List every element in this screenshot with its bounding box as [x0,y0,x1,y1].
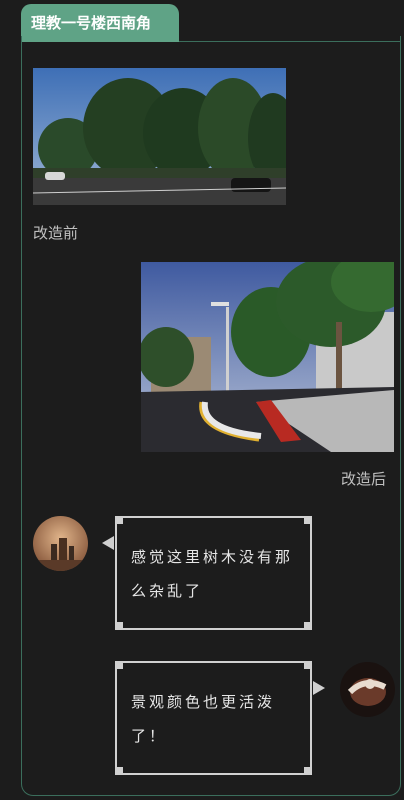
avatar-left[interactable] [33,516,88,571]
after-photo-image [141,262,394,452]
after-caption: 改造后 [341,470,387,488]
avatar-right[interactable] [340,662,395,717]
before-photo-image [33,68,286,205]
chat-bubble-right: 景观颜色也更活泼了！ [115,661,312,775]
before-photo[interactable] [33,68,286,205]
bubble-corner [304,516,312,524]
bubble-pointer-right [313,681,325,695]
bubble-corner [304,767,312,775]
message-text-left: 感觉这里树木没有那么杂乱了 [131,548,294,600]
bubble-corner [304,622,312,630]
message-text-right: 景观颜色也更活泼了！ [131,693,276,745]
bubble-corner [115,661,123,669]
bubble-corner [304,661,312,669]
section-title: 理教一号楼西南角 [31,14,152,32]
before-caption: 改造前 [33,224,79,242]
avatar-right-image [340,662,395,717]
after-photo[interactable] [141,262,394,452]
bubble-pointer-left [102,536,114,550]
bubble-corner [115,516,123,524]
chat-bubble-left: 感觉这里树木没有那么杂乱了 [115,516,312,630]
bubble-corner [115,622,123,630]
bubble-corner [115,767,123,775]
avatar-left-image [33,516,88,571]
